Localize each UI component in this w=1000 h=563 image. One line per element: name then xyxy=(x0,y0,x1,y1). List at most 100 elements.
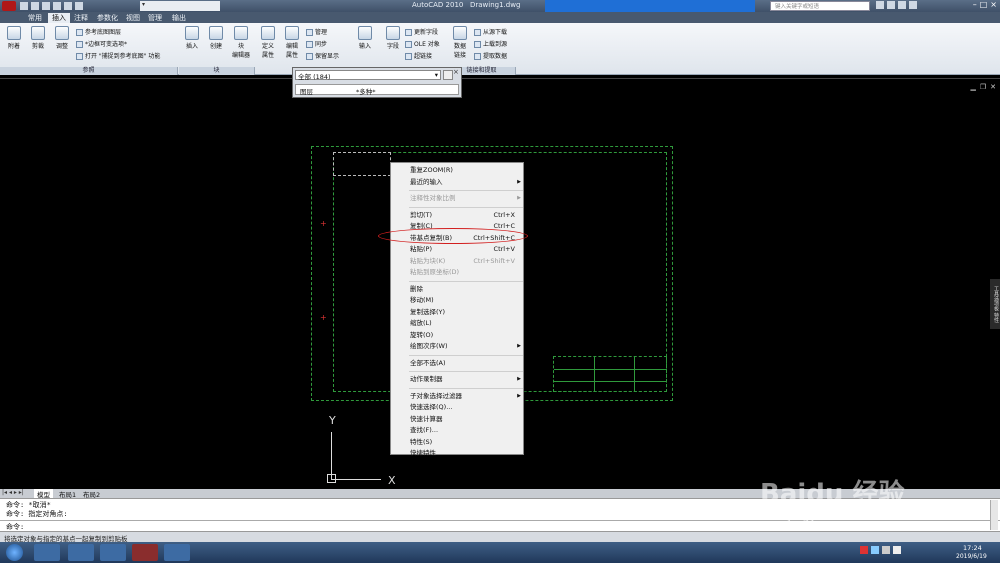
manage-attributes-button[interactable]: 管理 xyxy=(306,27,327,36)
tab-output[interactable]: 输出 xyxy=(168,13,190,23)
undo-icon[interactable] xyxy=(53,2,61,10)
tab-parametric[interactable]: 参数化 xyxy=(93,13,122,23)
menu-item[interactable]: 全部不选(A) xyxy=(391,358,525,369)
start-button-icon[interactable] xyxy=(6,544,23,561)
binoculars-icon[interactable] xyxy=(876,1,884,9)
close-icon[interactable]: × xyxy=(990,0,997,12)
menu-item-label: 快捷特性 xyxy=(410,449,436,457)
underlay-layers-button[interactable]: 参考底图图层 xyxy=(76,27,121,36)
menu-item[interactable]: 重复ZOOM(R) xyxy=(391,165,525,176)
download-from-source-button[interactable]: 从源下载 xyxy=(474,27,507,36)
selection-dropdown[interactable]: 全部 (184) ▾ xyxy=(295,70,441,81)
crosshair-marker-icon: + xyxy=(320,313,327,322)
menu-item[interactable]: 最近的输入 ▶ xyxy=(391,177,525,188)
attach-button[interactable]: 附着 xyxy=(4,26,24,50)
sync-button[interactable]: 同步 xyxy=(306,39,327,48)
retain-display-button[interactable]: 保留显示 xyxy=(306,51,339,60)
tray-app-icon[interactable] xyxy=(860,546,868,554)
properties-toggle-button[interactable] xyxy=(443,70,453,80)
tab-home[interactable]: 常用 xyxy=(24,13,46,23)
menu-item[interactable]: 快捷特性 xyxy=(391,448,525,459)
tab-view[interactable]: 视图 xyxy=(122,13,144,23)
star-icon[interactable] xyxy=(898,1,906,9)
ie-taskbar-icon[interactable] xyxy=(34,544,60,561)
menu-item-icon xyxy=(396,404,403,411)
menu-item: 注释性对象比例 ▶ xyxy=(391,193,525,204)
open-icon[interactable] xyxy=(31,2,39,10)
hyperlink-button[interactable]: 超链接 xyxy=(405,51,432,60)
quick-properties-panel: 全部 (184) ▾ × 图层 *多种* xyxy=(292,67,462,98)
menu-item[interactable]: 复制选择(Y) xyxy=(391,307,525,318)
menu-item[interactable]: 粘贴(P) Ctrl+V xyxy=(391,244,525,255)
tool-palette-tab[interactable]: 工具选项板 xyxy=(993,286,999,311)
menu-item[interactable]: 快速计算器 xyxy=(391,414,525,425)
menu-item[interactable]: 特性(S) xyxy=(391,437,525,448)
clock-date[interactable]: 2019/6/19 xyxy=(956,553,987,560)
panel-close-icon[interactable]: × xyxy=(453,68,462,78)
menu-item[interactable]: 子对象选择过滤器 ▶ xyxy=(391,391,525,402)
maximize-icon[interactable]: □ xyxy=(980,0,988,12)
ole-object-button[interactable]: OLE 对象 xyxy=(405,39,440,48)
menu-item-label: 最近的输入 xyxy=(410,177,443,186)
clock-time[interactable]: 17:24 xyxy=(963,544,982,552)
tab-manage[interactable]: 管理 xyxy=(144,13,166,23)
group-block: 块 xyxy=(179,67,255,75)
viewport-close-icon[interactable]: ✕ xyxy=(990,83,996,91)
menu-item[interactable]: 缩放(L) xyxy=(391,318,525,329)
import-button[interactable]: 输入 xyxy=(355,26,375,50)
menu-item[interactable]: 剪切(T) Ctrl+X xyxy=(391,210,525,221)
layer-row[interactable]: 图层 *多种* xyxy=(295,84,459,96)
menu-item[interactable]: 旋转(O) xyxy=(391,330,525,341)
new-icon[interactable] xyxy=(20,2,28,10)
block-editor-button[interactable]: 块 编辑器 xyxy=(229,26,253,59)
help-search-input[interactable]: 键入关键字或短语 xyxy=(770,1,870,11)
viewport-restore-icon[interactable]: ❐ xyxy=(980,83,986,91)
update-icon xyxy=(405,29,412,36)
snap-icon xyxy=(76,53,83,60)
redo-icon[interactable] xyxy=(64,2,72,10)
explorer-taskbar-icon[interactable] xyxy=(100,544,126,561)
command-scrollbar[interactable] xyxy=(990,500,998,530)
autocad-logo-icon[interactable] xyxy=(2,1,16,11)
menu-item: 粘贴为块(K) Ctrl+Shift+V xyxy=(391,256,525,267)
minimize-icon[interactable]: – xyxy=(973,0,977,12)
menu-item[interactable]: 删除 xyxy=(391,284,525,295)
side-palette[interactable]: 工具选项板 特性 xyxy=(990,279,1000,329)
menu-item[interactable]: 快速选择(Q)... xyxy=(391,402,525,413)
clip-button[interactable]: 剪裁 xyxy=(28,26,48,50)
network-icon[interactable] xyxy=(871,546,879,554)
menu-item[interactable]: 查找(F)... xyxy=(391,425,525,436)
insert-block-button[interactable]: 插入 xyxy=(182,26,202,50)
upload-to-source-button[interactable]: 上载到源 xyxy=(474,39,507,48)
adjust-button[interactable]: 调整 xyxy=(52,26,72,50)
snap-underlay-button[interactable]: 打开 "捕捉到参考底图" 功能 xyxy=(76,51,160,60)
extract-data-button[interactable]: 提取数据 xyxy=(474,51,507,60)
menu-item-label: 全部不选(A) xyxy=(410,358,446,367)
menu-item[interactable]: 移动(M) xyxy=(391,295,525,306)
edit-attribute-button[interactable]: 编辑 属性 xyxy=(282,26,302,59)
app-taskbar-icon[interactable] xyxy=(164,544,190,561)
flag-icon[interactable] xyxy=(893,546,901,554)
update-field-button[interactable]: 更新字段 xyxy=(405,27,438,36)
data-link-button[interactable]: 数据 链接 xyxy=(450,26,470,59)
viewport-minimize-icon[interactable]: ▁ xyxy=(970,83,975,91)
media-taskbar-icon[interactable] xyxy=(68,544,94,561)
autocad-taskbar-icon[interactable] xyxy=(132,544,158,561)
menu-item[interactable]: 绘图次序(W) ▶ xyxy=(391,341,525,352)
tab-nav-arrows[interactable]: |◂ ◂ ▸ ▸| xyxy=(2,489,24,496)
print-icon[interactable] xyxy=(75,2,83,10)
menu-item[interactable]: 动作录制器 ▶ xyxy=(391,374,525,385)
menu-item-icon xyxy=(396,427,403,434)
properties-palette-tab[interactable]: 特性 xyxy=(993,312,999,322)
create-block-button[interactable]: 创建 xyxy=(206,26,226,50)
tab-annotate[interactable]: 注释 xyxy=(70,13,92,23)
define-attribute-button[interactable]: 定义 属性 xyxy=(258,26,278,59)
tab-insert[interactable]: 插入 xyxy=(48,13,70,23)
frames-button[interactable]: *边框可变选项* xyxy=(76,39,127,48)
workspace-dropdown[interactable]: ▾ xyxy=(140,1,220,11)
save-icon[interactable] xyxy=(42,2,50,10)
field-button[interactable]: 字段 xyxy=(383,26,403,50)
help-icon[interactable] xyxy=(909,1,917,9)
volume-icon[interactable] xyxy=(882,546,890,554)
communication-icon[interactable] xyxy=(887,1,895,9)
